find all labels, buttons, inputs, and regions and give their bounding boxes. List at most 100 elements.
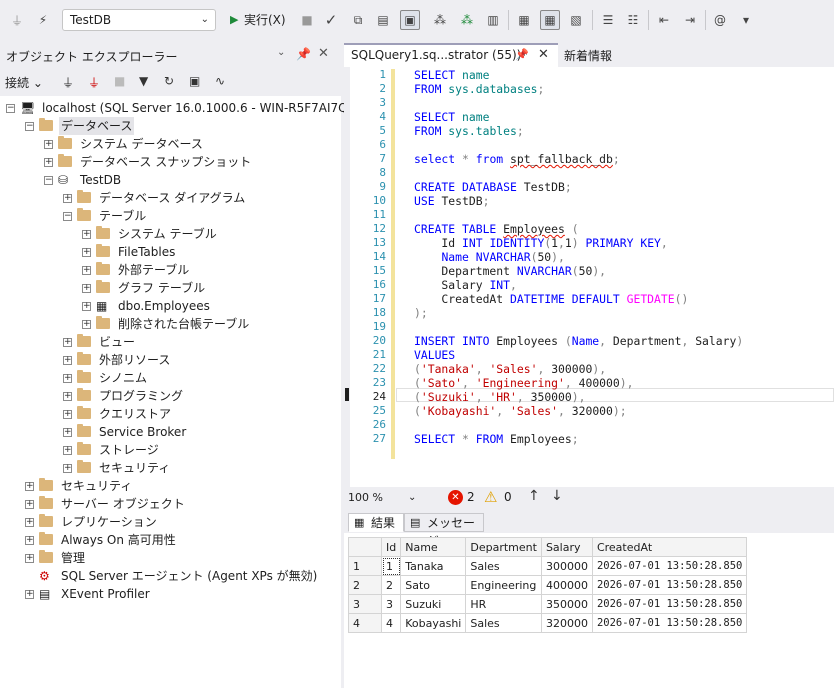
- expand-icon[interactable]: +: [63, 464, 72, 473]
- expand-icon[interactable]: +: [63, 446, 72, 455]
- tree-node[interactable]: + データベース ダイアグラム: [0, 189, 341, 207]
- grid-cell[interactable]: 2026-07-01 13:50:28.850: [591, 556, 748, 576]
- grid-cell[interactable]: 4: [380, 613, 402, 633]
- tree-node[interactable]: + プログラミング: [0, 387, 341, 405]
- close-icon[interactable]: ✕: [538, 47, 549, 62]
- tree-node[interactable]: + Always On 高可用性: [0, 531, 341, 549]
- tree-node[interactable]: + 管理: [0, 549, 341, 567]
- tree-node[interactable]: + ストレージ: [0, 441, 341, 459]
- results-to-text-icon[interactable]: ▦: [515, 11, 533, 29]
- grid-cell[interactable]: Sato: [400, 575, 467, 595]
- grid-cell[interactable]: Kobayashi: [400, 613, 467, 633]
- expand-icon[interactable]: +: [82, 284, 91, 293]
- tree-node[interactable]: + セキュリティ: [0, 459, 341, 477]
- tree-node[interactable]: + Service Broker: [0, 423, 341, 441]
- expand-icon[interactable]: +: [82, 320, 91, 329]
- uncomment-icon[interactable]: ☷: [624, 11, 642, 29]
- chevron-down-icon[interactable]: ⌄: [277, 47, 285, 58]
- toolbar-overflow-icon[interactable]: ▾: [737, 11, 755, 29]
- table-row[interactable]: 3 3 Suzuki HR 350000 2026-07-01 13:50:28.850: [348, 594, 748, 614]
- refresh-icon[interactable]: ↻: [164, 74, 174, 88]
- grid-cell[interactable]: 1: [380, 556, 402, 576]
- grid-cell[interactable]: Suzuki: [400, 594, 467, 614]
- pin-icon[interactable]: 📌: [296, 47, 311, 61]
- tree-node[interactable]: + 外部リソース: [0, 351, 341, 369]
- stop-icon[interactable]: ■: [298, 11, 316, 29]
- close-icon[interactable]: ✕: [318, 46, 329, 61]
- specify-values-icon[interactable]: @: [711, 11, 729, 29]
- table-row[interactable]: 2 2 Sato Engineering 400000 2026-07-01 13:50:…: [348, 575, 748, 595]
- tree-node[interactable]: − テーブル: [0, 207, 341, 225]
- query-options-icon[interactable]: ▤: [374, 11, 392, 29]
- pin-icon[interactable]: 📌: [515, 48, 529, 61]
- expand-icon[interactable]: +: [82, 302, 91, 311]
- column-header[interactable]: Salary: [540, 537, 593, 557]
- tree-node[interactable]: + シノニム: [0, 369, 341, 387]
- expand-icon[interactable]: +: [82, 230, 91, 239]
- tab-whats-new[interactable]: 新着情報: [564, 47, 612, 64]
- results-grid[interactable]: Id Name Department Salary CreatedAt 1 1 Tanaka S…: [348, 537, 748, 633]
- grid-cell[interactable]: 2: [380, 575, 402, 595]
- indent-icon[interactable]: ⇥: [681, 11, 699, 29]
- expand-icon[interactable]: +: [25, 536, 34, 545]
- collapse-icon[interactable]: −: [25, 122, 34, 131]
- plug-icon[interactable]: ⏚: [62, 74, 74, 91]
- column-header[interactable]: Name: [400, 537, 467, 557]
- results-to-file-icon[interactable]: ▧: [567, 11, 585, 29]
- warning-icon[interactable]: ⚠: [484, 488, 497, 506]
- tree-node[interactable]: − データベース: [0, 117, 341, 135]
- tree-node[interactable]: + グラフ テーブル: [0, 279, 341, 297]
- column-header[interactable]: Id: [380, 537, 402, 557]
- row-number[interactable]: 1: [348, 556, 382, 576]
- grid-cell[interactable]: 400000: [540, 575, 593, 595]
- tree-node[interactable]: + ▤ XEvent Profiler: [0, 585, 341, 603]
- tree-node[interactable]: + ▦ dbo.Employees: [0, 297, 341, 315]
- column-header[interactable]: CreatedAt: [591, 537, 748, 557]
- tree-node[interactable]: + レプリケーション: [0, 513, 341, 531]
- client-stats-icon[interactable]: ▥: [484, 11, 502, 29]
- execute-button[interactable]: ▶ 実行(X): [228, 10, 286, 30]
- tree-node[interactable]: + システム データベース: [0, 135, 341, 153]
- expand-icon[interactable]: +: [82, 266, 91, 275]
- plug-disabled-icon[interactable]: ⏚: [8, 11, 26, 29]
- collapse-icon[interactable]: −: [44, 176, 53, 185]
- expand-icon[interactable]: +: [25, 500, 34, 509]
- tree-node[interactable]: + セキュリティ: [0, 477, 341, 495]
- actual-plan-icon[interactable]: ⁂: [431, 11, 449, 29]
- comment-icon[interactable]: ☰: [599, 11, 617, 29]
- grid-cell[interactable]: 300000: [540, 556, 593, 576]
- tree-node[interactable]: + サーバー オブジェクト: [0, 495, 341, 513]
- expand-icon[interactable]: +: [63, 428, 72, 437]
- row-number[interactable]: 3: [348, 594, 382, 614]
- pulse-icon[interactable]: ∿: [215, 74, 225, 88]
- tree-node[interactable]: + ビュー: [0, 333, 341, 351]
- grid-cell[interactable]: 2026-07-01 13:50:28.850: [591, 613, 748, 633]
- grid-cell[interactable]: Tanaka: [400, 556, 467, 576]
- arrow-up-icon[interactable]: ↑: [528, 488, 540, 504]
- grid-cell[interactable]: 3: [380, 594, 402, 614]
- error-icon[interactable]: ✕: [448, 490, 463, 505]
- outdent-icon[interactable]: ⇤: [655, 11, 673, 29]
- tab-results[interactable]: ▦ 結果: [348, 513, 404, 532]
- tree-node[interactable]: + クエリストア: [0, 405, 341, 423]
- expand-icon[interactable]: +: [25, 482, 34, 491]
- database-select[interactable]: TestDB ⌄: [62, 9, 216, 31]
- tree-node[interactable]: − 🖥 localhost (SQL Server 16.0.1000.6 - WI…: [0, 99, 390, 117]
- intellisense-icon[interactable]: ▣: [400, 10, 420, 30]
- tree-node[interactable]: + データベース スナップショット: [0, 153, 341, 171]
- tree-node[interactable]: + 外部テーブル: [0, 261, 341, 279]
- connect-button[interactable]: 接続 ⌄: [5, 74, 43, 91]
- collapse-icon[interactable]: −: [63, 212, 72, 221]
- grid-cell[interactable]: Engineering: [465, 575, 542, 595]
- activity-monitor-icon[interactable]: ▣: [189, 74, 200, 88]
- change-connection-icon[interactable]: ⚡: [34, 11, 52, 29]
- table-row[interactable]: 4 4 Kobayashi Sales 320000 2026-07-01 13:50:2…: [348, 613, 748, 633]
- row-number[interactable]: 4: [348, 613, 382, 633]
- filter-icon[interactable]: ▼: [139, 74, 148, 88]
- stop-icon[interactable]: ■: [114, 74, 125, 88]
- collapse-icon[interactable]: −: [6, 104, 15, 113]
- grid-cell[interactable]: 320000: [540, 613, 593, 633]
- expand-icon[interactable]: +: [25, 518, 34, 527]
- parse-check-icon[interactable]: ✓: [322, 11, 340, 29]
- grid-cell[interactable]: Sales: [465, 613, 542, 633]
